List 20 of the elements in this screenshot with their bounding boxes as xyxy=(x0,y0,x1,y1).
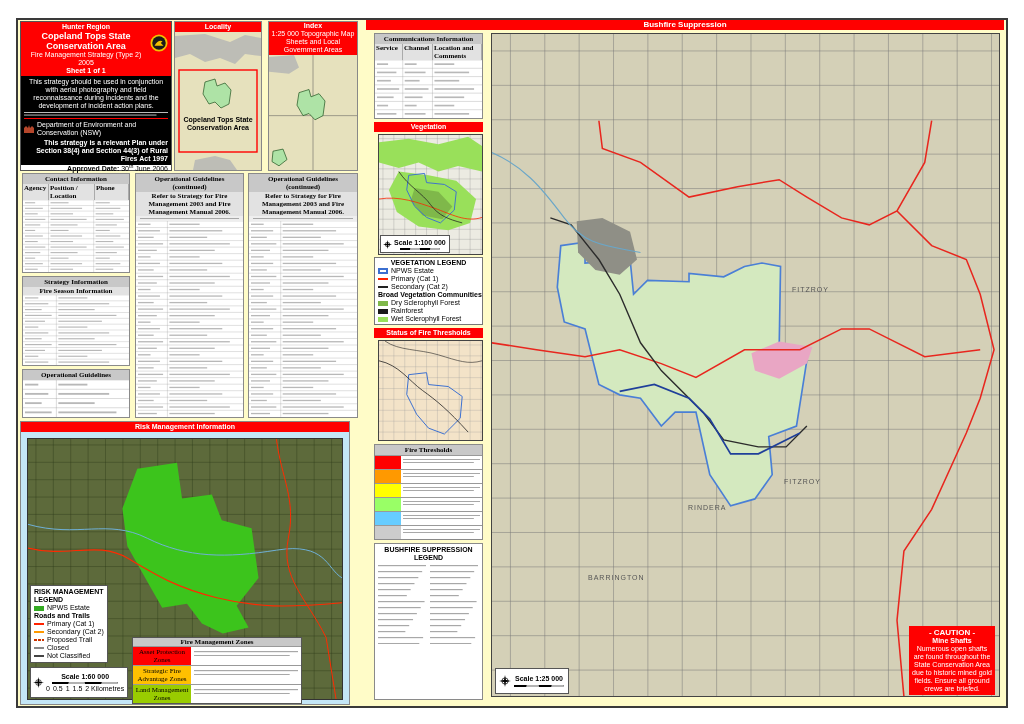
reserve-title: Copeland Tops State Conservation Area xyxy=(40,31,132,51)
reserve-area-shape xyxy=(296,89,326,121)
scale-bar-icon xyxy=(52,681,119,684)
trail-line xyxy=(398,171,463,224)
emblem-icon xyxy=(150,34,168,52)
reserve-area-shape xyxy=(271,148,288,167)
north-arrow-icon xyxy=(499,675,511,687)
department-crest-icon xyxy=(24,124,34,133)
north-arrow-icon xyxy=(33,677,44,688)
reserve-area-shape xyxy=(406,172,457,224)
scale-bar-icon xyxy=(399,247,440,250)
shaded-area-shape xyxy=(193,156,237,170)
cleared-area-shape xyxy=(576,217,638,275)
north-arrow-icon xyxy=(383,239,392,249)
reserve-area-shape xyxy=(202,78,232,109)
caution-title: - CAUTION - xyxy=(928,628,976,637)
reserve-area-shape xyxy=(406,372,463,435)
scale-bar-icon xyxy=(514,685,564,687)
hatched-area-shape xyxy=(751,341,813,379)
panel-title: Bushfire Suppression xyxy=(366,20,1004,30)
